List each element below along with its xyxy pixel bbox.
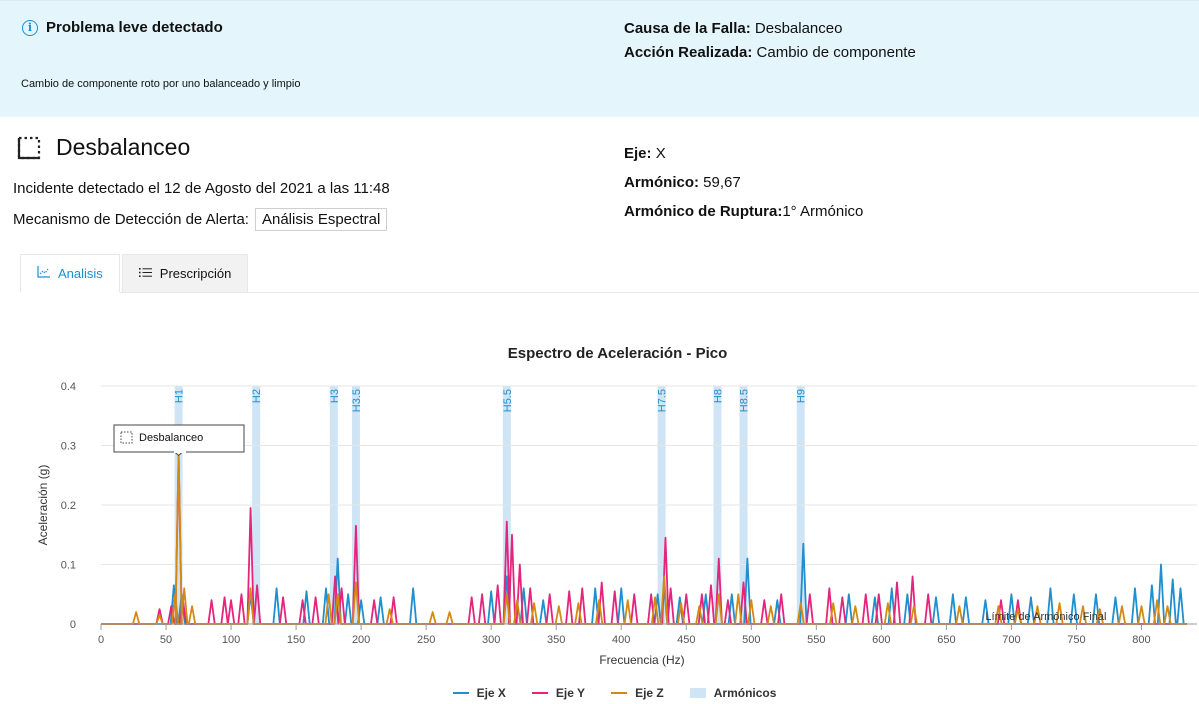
x-tick-label: 650 bbox=[937, 634, 955, 646]
x-tick-label: 400 bbox=[612, 634, 630, 646]
spectrum-chart: H1 H2 H3 H3.5 H5.5 H7.5 H8 H8.5 H9 0 0.1 0.2 0.3 0.4… bbox=[36, 381, 1197, 667]
x-tick-label: 250 bbox=[417, 634, 435, 646]
legend-item-eje-y[interactable]: Eje Y bbox=[531, 686, 586, 700]
harmonic-limit-label: Límite de Armónico Final bbox=[985, 611, 1106, 623]
legend-item-eje-z[interactable]: Eje Z bbox=[611, 686, 664, 700]
x-tick-label: 550 bbox=[807, 634, 825, 646]
legend-label-armonicos: Armónicos bbox=[713, 686, 777, 700]
x-tick-label: 150 bbox=[287, 634, 305, 646]
harmonic-band-label: H1 bbox=[174, 389, 186, 403]
x-tick-label: 100 bbox=[222, 634, 240, 646]
y-tick-label: 0.2 bbox=[61, 500, 76, 512]
x-tick-label: 800 bbox=[1132, 634, 1150, 646]
series-line-eje-z bbox=[101, 450, 1187, 625]
legend-item-eje-x[interactable]: Eje X bbox=[452, 686, 506, 700]
annotation: Desbalanceo bbox=[113, 424, 245, 457]
series-line-eje-y bbox=[101, 453, 1187, 625]
harmonic-band-label: H9 bbox=[796, 389, 808, 403]
y-tick-label: 0.1 bbox=[61, 560, 76, 572]
x-tick-label: 450 bbox=[677, 634, 695, 646]
annotation-pointer-mask bbox=[174, 451, 186, 453]
grid-lines bbox=[101, 385, 1197, 625]
x-tick-label: 50 bbox=[160, 634, 172, 646]
harmonic-band-label: H3.5 bbox=[351, 389, 363, 412]
x-tick-label: 500 bbox=[742, 634, 760, 646]
harmonic-band-label: H7.5 bbox=[657, 389, 669, 412]
y-tick-label: 0.4 bbox=[61, 381, 76, 393]
harmonic-band-label: H3 bbox=[329, 389, 341, 403]
x-tick-label: 750 bbox=[1067, 634, 1085, 646]
legend-item-armonicos[interactable]: Armónicos bbox=[689, 686, 777, 700]
annotation-label: Desbalanceo bbox=[139, 432, 203, 444]
x-tick-label: 200 bbox=[352, 634, 370, 646]
x-tick-label: 350 bbox=[547, 634, 565, 646]
axes: 0 0.1 0.2 0.3 0.4 0 50 100 150 200 250 300 350 400 450… bbox=[36, 381, 1197, 667]
x-axis-label: Frecuencia (Hz) bbox=[599, 653, 684, 667]
legend-swatch-eje-z bbox=[611, 692, 628, 694]
harmonic-band-label: H2 bbox=[251, 389, 263, 403]
x-tick-label: 600 bbox=[872, 634, 890, 646]
harmonic-band-label: H8.5 bbox=[738, 389, 750, 412]
legend-label-eje-z: Eje Z bbox=[635, 686, 664, 700]
legend-swatch-armonicos bbox=[689, 688, 706, 698]
harmonic-band-label: H5.5 bbox=[502, 389, 514, 412]
x-tick-label: 300 bbox=[482, 634, 500, 646]
x-tick-label: 700 bbox=[1002, 634, 1020, 646]
legend-swatch-eje-y bbox=[531, 692, 548, 694]
x-tick-label: 0 bbox=[98, 634, 104, 646]
legend-swatch-eje-x bbox=[452, 692, 469, 694]
legend-label-eje-y: Eje Y bbox=[555, 686, 586, 700]
series-lines bbox=[101, 450, 1187, 625]
legend-label-eje-x: Eje X bbox=[476, 686, 506, 700]
y-tick-label: 0 bbox=[70, 619, 76, 631]
chart-legend: Eje X Eje Y Eje Z Armónicos bbox=[0, 686, 1199, 700]
y-tick-label: 0.3 bbox=[61, 441, 76, 453]
y-axis-label: Aceleración (g) bbox=[36, 465, 50, 546]
harmonic-band-label: H8 bbox=[712, 389, 724, 403]
